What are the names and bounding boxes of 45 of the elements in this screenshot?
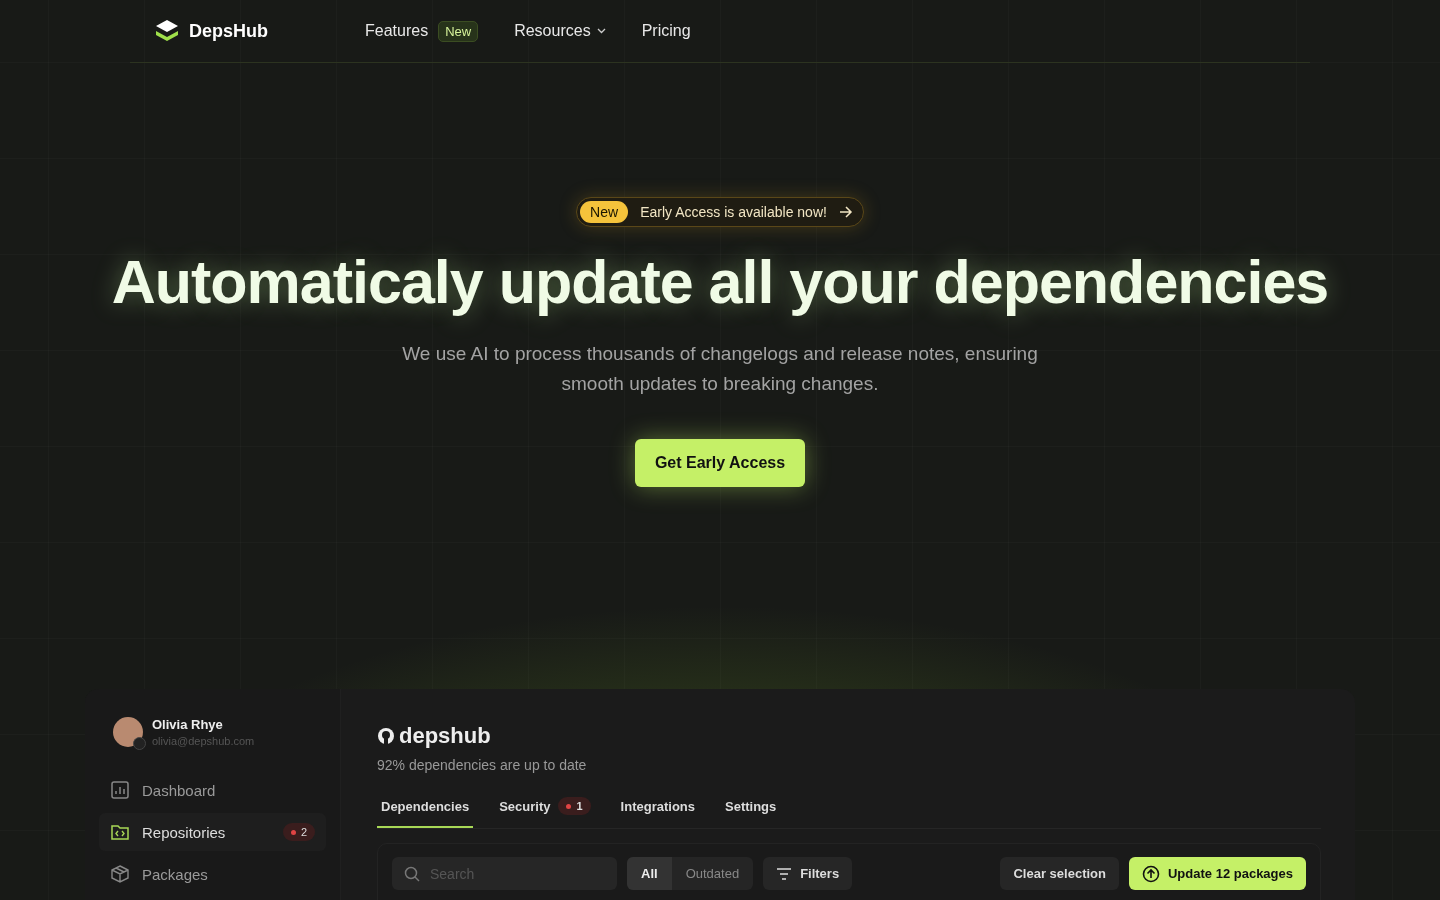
chart-icon [110,780,130,800]
count-badge: 2 [282,823,315,841]
sidebar-item[interactable]: Dashboard [99,771,326,809]
logo-icon [155,19,179,43]
sidebar-item[interactable]: Packages [99,855,326,893]
folder-code-icon [110,822,130,842]
tab[interactable]: Security 1 [495,791,595,828]
alert-dot-icon [290,829,296,835]
count-badge: 1 [558,797,591,815]
new-tag: New [580,201,629,223]
alert-dot-icon [566,803,572,809]
sidebar-label: Repositories [142,823,226,841]
brand-name[interactable]: DepsHub [189,20,268,42]
announcement-text: Early Access is available now! [640,204,827,220]
segment-button[interactable]: Outdated [671,857,754,890]
announcement-pill[interactable]: New Early Access is available now! [576,197,864,227]
tab[interactable]: Dependencies [377,791,474,828]
avatar-badge-icon [133,737,146,750]
search-icon [404,865,420,882]
user-name: Olivia Rhye [152,717,224,732]
filters-button[interactable]: Filters [763,857,853,890]
sidebar-label: Dashboard [142,781,216,799]
early-access-button[interactable]: Get Early Access [634,439,806,487]
github-icon [377,727,395,745]
user-email: olivia@depshub.com [152,735,255,747]
clear-selection-button[interactable]: Clear selection [1000,857,1119,890]
nav-link[interactable]: Resources [514,22,591,40]
hero-subtitle: We use AI to process thousands of changelogs and release notes, ensuring smooth updates to breaking changes. [401,342,1039,396]
tab[interactable]: Settings [721,791,781,828]
update-button[interactable]: Update 12 packages [1129,857,1306,890]
segment-button[interactable]: All [627,857,672,890]
filter-icon [776,867,793,880]
repo-status: 92% dependencies are up to date [377,757,588,773]
repo-name: depshub [399,723,491,749]
sidebar-label: Packages [142,865,208,883]
new-badge: New [438,20,479,42]
nav-link[interactable]: Pricing [641,22,691,40]
upload-icon [1142,864,1160,883]
box-icon [110,864,130,884]
nav-link[interactable]: Features [365,22,429,40]
arrow-right-icon [838,206,853,218]
tab[interactable]: Integrations [616,791,699,828]
hero-title: Automaticaly update all your dependencies [111,247,1329,317]
caret-icon [596,28,606,34]
sidebar-item[interactable]: Repositories 2 [99,813,326,851]
